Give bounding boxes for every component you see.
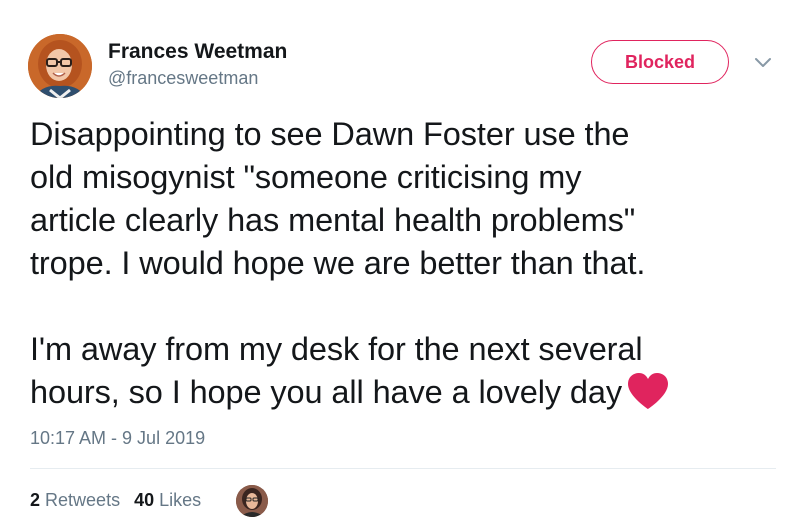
tweet-card: Frances Weetman @francesweetman Blocked … [0,0,812,530]
author-avatar[interactable] [28,34,92,98]
chevron-down-icon [755,58,771,67]
tweet-line: article clearly has mental health proble… [30,202,636,238]
retweets-label: Retweets [45,490,121,510]
retweets-count: 2 [30,490,41,510]
liker-avatar[interactable] [236,485,268,517]
tweet-line: I'm away from my desk for the next sever… [30,331,643,367]
likes-label: Likes [159,490,202,510]
tweet-stats: 2 Retweets 40 Likes [30,490,215,511]
likes-count: 40 [134,490,155,510]
tweet-line: Disappointing to see Dawn Foster use the [30,116,630,152]
more-options-button[interactable] [752,52,774,74]
author-handle[interactable]: @francesweetman [108,68,258,89]
blocked-button[interactable]: Blocked [591,40,729,84]
liker-photo-icon [236,485,268,517]
divider [30,468,776,469]
tweet-line-with-emoji: hours, so I hope you all have a lovely d… [30,371,790,414]
likes-stat[interactable]: 40 Likes [134,490,201,511]
red-heart-icon [626,371,670,411]
author-display-name[interactable]: Frances Weetman [108,40,287,64]
profile-photo-icon [28,34,92,98]
tweet-timestamp[interactable]: 10:17 AM - 9 Jul 2019 [30,428,205,449]
tweet-text: Disappointing to see Dawn Foster use the… [30,113,790,414]
tweet-line: old misogynist "someone criticising my [30,159,582,195]
tweet-line: trope. I would hope we are better than t… [30,245,646,281]
tweet-line-text: hours, so I hope you all have a lovely d… [30,374,623,410]
retweets-stat[interactable]: 2 Retweets [30,490,120,511]
